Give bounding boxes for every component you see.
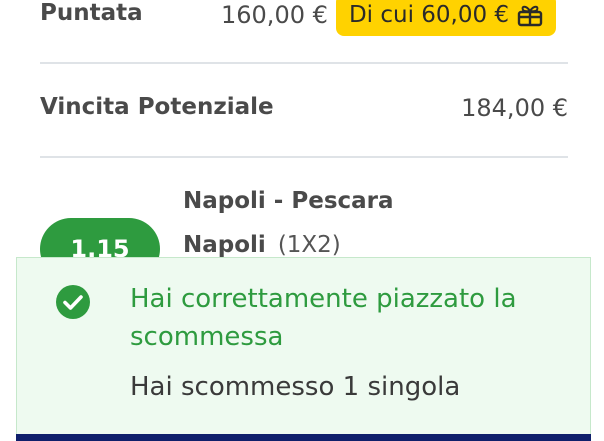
success-toast: Hai correttamente piazzato la scommessa … <box>16 257 591 441</box>
check-circle-icon <box>56 285 90 319</box>
stake-label: Puntata <box>40 0 143 26</box>
bonus-amount: Di cui 60,00 € <box>348 2 510 28</box>
stake-value: 160,00 € <box>221 1 328 29</box>
potential-win-row: Vincita Potenziale 184,00 € <box>40 64 568 156</box>
pick-outcome: Napoli <box>183 232 266 258</box>
divider <box>40 156 568 158</box>
bonus-badge: Di cui 60,00 € <box>336 0 556 36</box>
gift-icon <box>517 3 543 27</box>
toast-title: Hai correttamente piazzato la scommessa <box>130 284 517 352</box>
pick-market: (1X2) <box>277 232 341 258</box>
potential-win-label: Vincita Potenziale <box>40 94 274 120</box>
potential-win-value: 184,00 € <box>461 94 568 122</box>
toast-message: Hai scommesso 1 singola <box>130 372 461 402</box>
event-name: Napoli - Pescara <box>183 188 394 214</box>
stake-row: Puntata 160,00 € Di cui 60,00 € <box>40 0 568 62</box>
selection-pick: Napoli (1X2) <box>183 232 341 258</box>
bottom-bar <box>16 434 591 441</box>
